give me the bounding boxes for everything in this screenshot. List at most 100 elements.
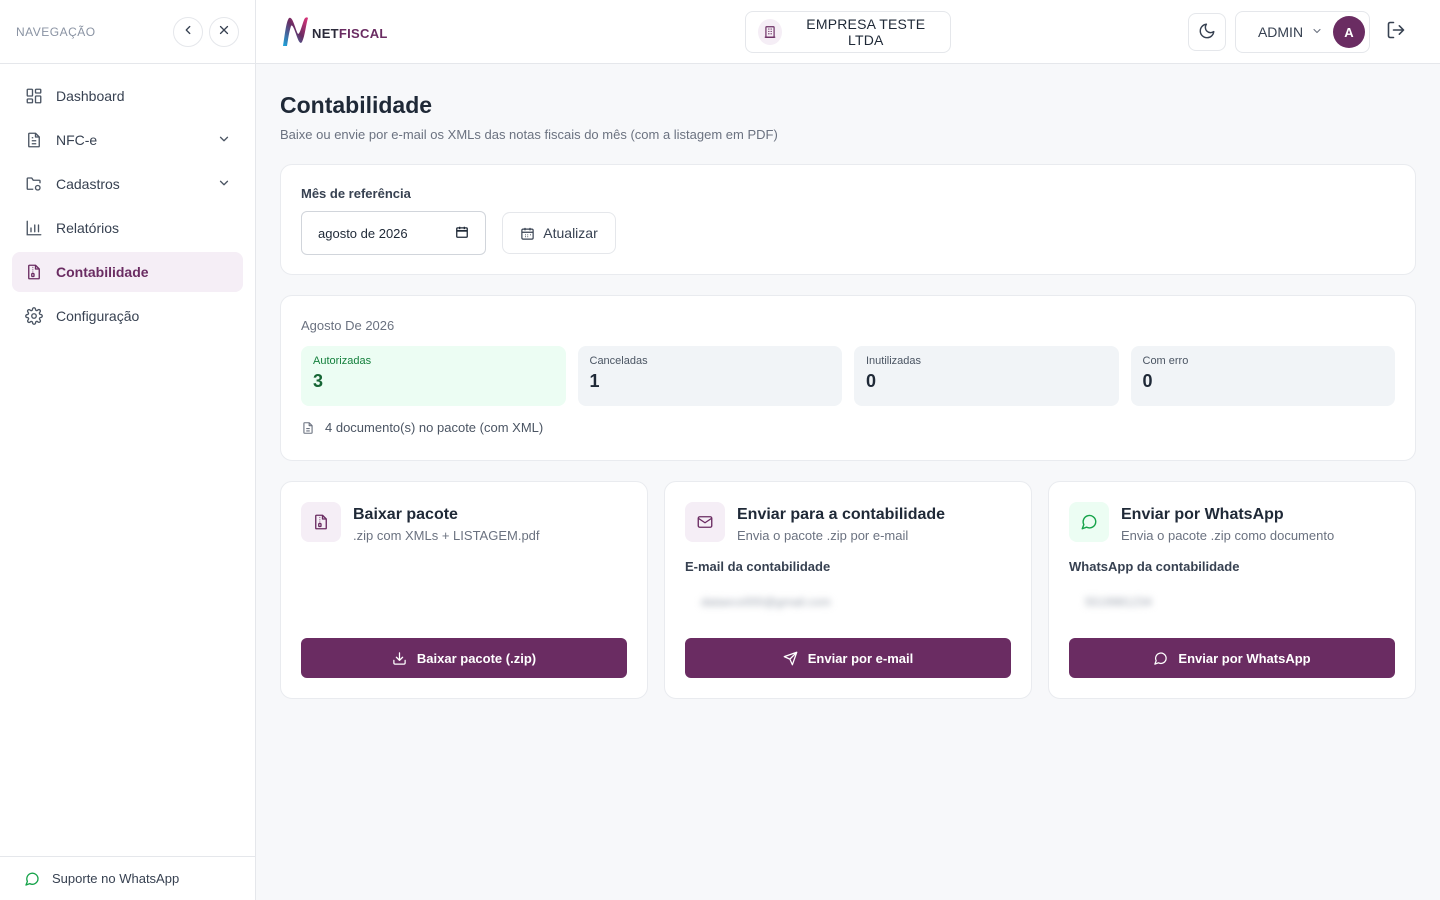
send-whatsapp-button[interactable]: Enviar por WhatsApp [1069, 638, 1395, 678]
download-desc: .zip com XMLs + LISTAGEM.pdf [353, 528, 540, 543]
stat-label: Com erro [1142, 355, 1189, 367]
download-button-label: Baixar pacote (.zip) [416, 650, 537, 666]
whatsapp-field-label: WhatsApp da contabilidade [1069, 559, 1240, 574]
sidebar-item-relatorios[interactable]: Relatórios [12, 208, 243, 248]
folder-gear-icon [24, 174, 44, 194]
file-zip-icon [301, 502, 341, 542]
sidebar: NAVEGAÇÃO Dashboard NFC-e Cadastros Rela… [0, 0, 256, 900]
sidebar-item-label: Contabilidade [56, 264, 149, 280]
stat-autorizadas: Autorizadas 3 [301, 346, 566, 406]
email-card: Enviar para a contabilidade Envia o paco… [664, 481, 1032, 699]
stat-value: 3 [313, 371, 324, 391]
sidebar-header: NAVEGAÇÃO [0, 0, 255, 64]
logo-text-fiscal: FISCAL [338, 26, 388, 41]
sidebar-title: NAVEGAÇÃO [16, 24, 96, 39]
grid-icon [24, 86, 44, 106]
sidebar-item-configuracao[interactable]: Configuração [12, 296, 243, 336]
calendar-icon [520, 226, 535, 241]
user-name: ADMIN [1257, 24, 1304, 40]
stat-inutilizadas: Inutilizadas 0 [854, 346, 1119, 406]
avatar: A [1333, 16, 1365, 48]
topbar: NETFISCAL EMPRESA TESTE LTDA ADMIN A [256, 0, 1440, 64]
download-card: Baixar pacote .zip com XMLs + LISTAGEM.p… [280, 481, 648, 699]
reference-month-value: agosto de 2026 [318, 225, 408, 241]
whatsapp-card: Enviar por WhatsApp Envia o pacote .zip … [1048, 481, 1416, 699]
email-field-value: dataeco000@gmail.com [701, 595, 831, 609]
logout-icon [1386, 20, 1406, 43]
stat-label: Autorizadas [313, 355, 372, 367]
sidebar-item-label: Relatórios [56, 220, 120, 236]
netfiscal-logo-icon [280, 14, 310, 53]
chevron-left-icon [181, 23, 195, 40]
send-whatsapp-label: Enviar por WhatsApp [1178, 650, 1311, 666]
building-icon [758, 19, 782, 45]
close-icon [217, 23, 231, 40]
sidebar-item-dashboard[interactable]: Dashboard [12, 76, 243, 116]
moon-icon [1198, 22, 1216, 43]
bar-chart-icon [24, 218, 44, 238]
company-name: EMPRESA TESTE LTDA [806, 16, 926, 48]
documents-count: 4 documento(s) no pacote (com XML) [301, 420, 1395, 435]
email-field[interactable]: dataeco000@gmail.com [685, 582, 1011, 622]
sidebar-item-label: NFC-e [56, 132, 98, 148]
reference-month-input[interactable]: agosto de 2026 [301, 211, 486, 255]
email-title: Enviar para a contabilidade [737, 506, 946, 523]
whatsapp-field-value: 5519981234 [1085, 595, 1152, 609]
page-title: Contabilidade [280, 92, 433, 118]
reference-card: Mês de referência agosto de 2026 Atualiz… [280, 164, 1416, 275]
sidebar-item-contabilidade[interactable]: Contabilidade [12, 252, 243, 292]
stat-value: 0 [1142, 371, 1153, 391]
stat-label: Inutilizadas [866, 355, 922, 367]
whatsapp-desc: Envia o pacote .zip como documento [1121, 528, 1335, 543]
stat-canceladas: Canceladas 1 [577, 346, 842, 406]
chevron-down-icon [217, 176, 231, 193]
company-selector[interactable]: EMPRESA TESTE LTDA [745, 11, 951, 53]
stat-value: 0 [866, 371, 877, 391]
sidebar-item-label: Configuração [56, 308, 140, 324]
send-icon [783, 651, 798, 666]
send-email-button[interactable]: Enviar por e-mail [685, 638, 1011, 678]
stat-value: 1 [589, 371, 600, 391]
refresh-label: Atualizar [543, 225, 598, 241]
mail-icon [685, 502, 725, 542]
whatsapp-field[interactable]: 5519981234 [1069, 582, 1395, 622]
email-desc: Envia o pacote .zip por e-mail [737, 528, 909, 543]
sidebar-item-label: Dashboard [56, 88, 125, 104]
close-sidebar-button[interactable] [209, 16, 239, 47]
document-icon [24, 130, 44, 150]
stat-com-erro: Com erro 0 [1130, 346, 1395, 406]
netfiscal-logo[interactable]: NETFISCAL [280, 14, 388, 53]
file-zip-icon [24, 262, 44, 282]
whatsapp-icon [24, 871, 40, 887]
whatsapp-support-link[interactable]: Suporte no WhatsApp [0, 856, 255, 900]
stat-label: Canceladas [589, 355, 648, 367]
calendar-picker-icon[interactable] [455, 225, 469, 242]
chevron-down-icon [217, 132, 231, 149]
sidebar-item-nfce[interactable]: NFC-e [12, 120, 243, 160]
whatsapp-title: Enviar por WhatsApp [1121, 506, 1284, 523]
document-icon [301, 421, 315, 435]
sidebar-item-label: Cadastros [56, 176, 120, 192]
main-content: Contabilidade Baixe ou envie por e-mail … [280, 64, 1416, 699]
theme-toggle-button[interactable] [1188, 13, 1226, 51]
whatsapp-icon [1069, 502, 1109, 542]
collapse-sidebar-button[interactable] [173, 16, 203, 47]
sidebar-item-cadastros[interactable]: Cadastros [12, 164, 243, 204]
reference-month-label: Mês de referência [301, 186, 411, 201]
stats-row: Autorizadas 3 Canceladas 1 Inutilizadas … [301, 346, 1395, 406]
gear-icon [24, 306, 44, 326]
download-package-button[interactable]: Baixar pacote (.zip) [301, 638, 627, 678]
summary-card: Agosto De 2026 Autorizadas 3 Canceladas … [280, 295, 1416, 461]
logout-button[interactable] [1386, 20, 1406, 43]
download-title: Baixar pacote [353, 506, 458, 523]
actions-row: Baixar pacote .zip com XMLs + LISTAGEM.p… [280, 481, 1416, 699]
sidebar-nav: Dashboard NFC-e Cadastros Relatórios Con… [0, 64, 255, 352]
refresh-button[interactable]: Atualizar [502, 212, 616, 254]
whatsapp-support-label: Suporte no WhatsApp [52, 871, 180, 886]
page-subtitle: Baixe ou envie por e-mail os XMLs das no… [280, 127, 778, 142]
email-field-label: E-mail da contabilidade [685, 559, 831, 574]
documents-count-text: 4 documento(s) no pacote (com XML) [325, 420, 544, 435]
user-menu-button[interactable]: ADMIN A [1235, 11, 1370, 53]
logo-text-net: NET [312, 26, 339, 41]
send-email-label: Enviar por e-mail [807, 650, 914, 666]
